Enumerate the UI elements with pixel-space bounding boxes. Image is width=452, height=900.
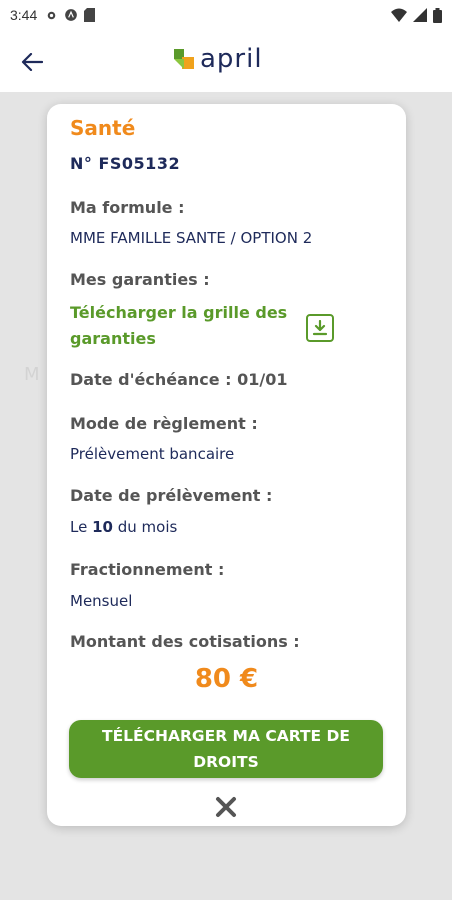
logo-text: april	[200, 44, 263, 74]
sd-card-icon	[84, 8, 96, 22]
back-arrow-icon	[21, 53, 43, 71]
guarantees-label: Mes garanties :	[70, 270, 210, 289]
status-bar: 3:44	[0, 0, 452, 30]
download-icon	[312, 320, 328, 336]
close-icon	[216, 797, 236, 817]
formula-value: MME FAMILLE SANTE / OPTION 2	[70, 229, 313, 247]
formula-label: Ma formule :	[70, 198, 185, 217]
signal-icon	[413, 8, 427, 22]
status-system-icons	[391, 7, 442, 23]
debit-date-day: 10	[92, 518, 113, 536]
due-date: Date d'échéance : 01/01	[70, 370, 288, 389]
payment-mode-value: Prélèvement bancaire	[70, 445, 235, 463]
background-text: M	[24, 364, 40, 385]
close-button[interactable]	[213, 794, 239, 820]
contract-number: N° FS05132	[70, 154, 181, 173]
back-button[interactable]	[18, 48, 46, 76]
modal-title: Santé	[70, 116, 136, 140]
april-logo: april	[172, 44, 263, 74]
debit-date-suffix: du mois	[117, 518, 178, 536]
download-guarantees-button[interactable]	[306, 314, 334, 342]
april-leaf-icon	[174, 49, 194, 69]
wifi-icon	[391, 8, 407, 22]
amount-label: Montant des cotisations :	[70, 632, 300, 651]
status-notification-icons	[45, 8, 96, 22]
payment-mode-label: Mode de règlement :	[70, 414, 258, 433]
split-label: Fractionnement :	[70, 560, 225, 579]
debit-date-prefix: Le	[70, 518, 88, 536]
split-value: Mensuel	[70, 592, 133, 610]
download-card-button[interactable]: TÉLÉCHARGER MA CARTE DE DROITS	[69, 720, 383, 778]
app-header: april	[0, 30, 452, 92]
vpn-icon	[65, 9, 78, 21]
amount-value: 80 €	[194, 664, 259, 694]
status-time: 3:44	[10, 7, 38, 23]
contract-details-modal: Santé N° FS05132 Ma formule : MME FAMILL…	[47, 104, 406, 826]
battery-icon	[433, 7, 442, 23]
gear-icon	[47, 11, 56, 19]
debit-date-label: Date de prélèvement :	[70, 486, 273, 505]
download-guarantees-link[interactable]: Télécharger la grille des garanties	[70, 300, 300, 352]
debit-date-value: Le 10 du mois	[70, 518, 177, 536]
